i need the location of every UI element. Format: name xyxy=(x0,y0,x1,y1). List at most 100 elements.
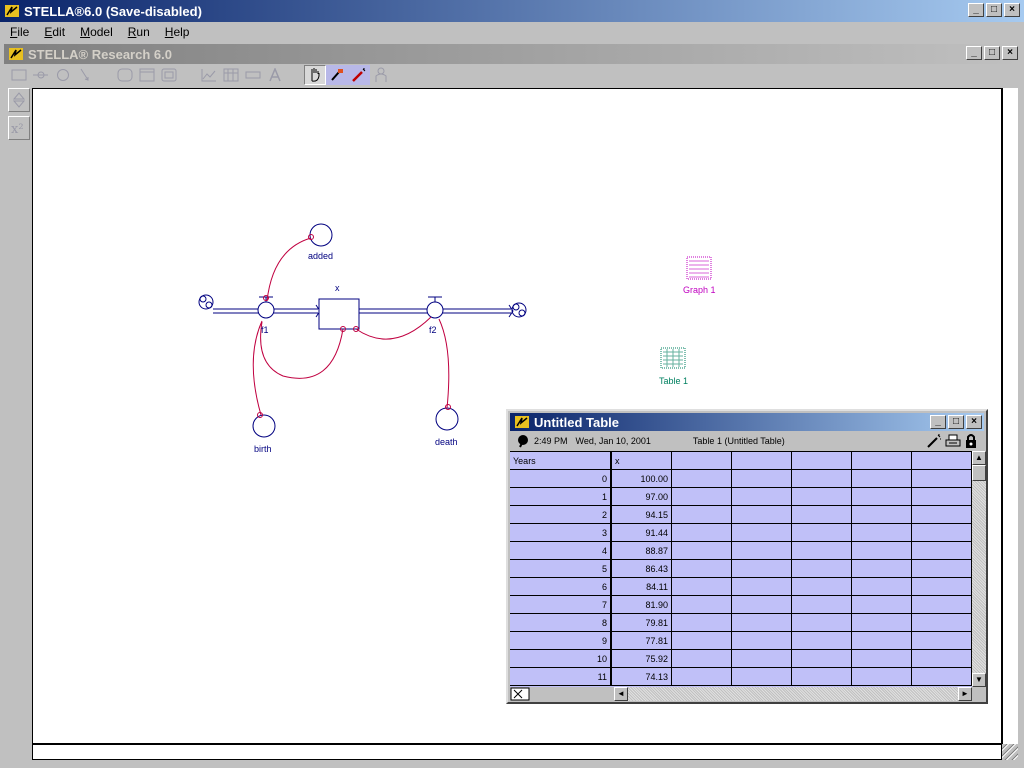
x-value-cell[interactable]: 74.13 xyxy=(612,668,672,686)
model-maximize-button[interactable]: □ xyxy=(984,46,1000,60)
minimize-button[interactable]: _ xyxy=(968,3,984,17)
graph-1-label[interactable]: Graph 1 xyxy=(683,285,716,295)
ghost-tool-icon[interactable] xyxy=(370,65,392,85)
dynamite-tool-icon[interactable] xyxy=(348,65,370,85)
empty-cell xyxy=(852,524,912,542)
module-tool-icon[interactable] xyxy=(158,65,180,85)
pin-icon[interactable] xyxy=(516,434,530,448)
flow-f2-label[interactable]: f2 xyxy=(429,325,437,335)
table-grid[interactable]: Years x 0 100.00 1 97.00 2 94.15 3 91.44 4 88.87 5… xyxy=(510,451,972,687)
connector-tool-icon[interactable] xyxy=(74,65,96,85)
equation-layer-icon[interactable]: x² xyxy=(8,116,30,140)
year-cell[interactable]: 1 xyxy=(510,488,612,506)
scroll-up-button[interactable]: ▲ xyxy=(972,451,986,465)
converter-birth-label[interactable]: birth xyxy=(254,444,272,454)
model-close-button[interactable]: × xyxy=(1002,46,1018,60)
flow-tool-icon[interactable] xyxy=(30,65,52,85)
lock-icon[interactable] xyxy=(964,433,978,451)
sector-tool-icon[interactable] xyxy=(136,65,158,85)
table-close-button[interactable]: × xyxy=(966,415,982,429)
year-cell[interactable]: 5 xyxy=(510,560,612,578)
table-minimize-button[interactable]: _ xyxy=(930,415,946,429)
empty-cell xyxy=(732,506,792,524)
table-maximize-button[interactable]: □ xyxy=(948,415,964,429)
window-resize-grip[interactable] xyxy=(1002,744,1018,760)
x-value-cell[interactable]: 91.44 xyxy=(612,524,672,542)
stock-x-label[interactable]: x xyxy=(335,283,340,293)
year-cell[interactable]: 7 xyxy=(510,596,612,614)
scroll-right-button[interactable]: ► xyxy=(958,687,972,701)
table-1-label[interactable]: Table 1 xyxy=(659,376,688,386)
converter-added-label[interactable]: added xyxy=(308,251,333,261)
decision-tool-icon[interactable] xyxy=(114,65,136,85)
table-tool-icon[interactable] xyxy=(220,65,242,85)
x-value-cell[interactable]: 88.87 xyxy=(612,542,672,560)
menu-edit[interactable]: Edit xyxy=(34,25,70,39)
maximize-button[interactable]: □ xyxy=(986,3,1002,17)
x-value-cell[interactable]: 86.43 xyxy=(612,560,672,578)
empty-cell xyxy=(852,560,912,578)
year-cell[interactable]: 4 xyxy=(510,542,612,560)
table-horizontal-scrollbar[interactable]: ◄ ► xyxy=(614,687,972,701)
x-value-cell[interactable]: 97.00 xyxy=(612,488,672,506)
table-vertical-scrollbar[interactable]: ▲ ▼ xyxy=(972,451,986,687)
year-cell[interactable]: 0 xyxy=(510,470,612,488)
year-cell[interactable]: 9 xyxy=(510,632,612,650)
stock-tool-icon[interactable] xyxy=(8,65,30,85)
x-value-cell[interactable]: 75.92 xyxy=(612,650,672,668)
year-cell[interactable]: 10 xyxy=(510,650,612,668)
empty-cell xyxy=(852,632,912,650)
x-value-cell[interactable]: 81.90 xyxy=(612,596,672,614)
paintbrush-tool-icon[interactable] xyxy=(326,65,348,85)
x-value-cell[interactable]: 94.15 xyxy=(612,506,672,524)
menu-file[interactable]: File xyxy=(0,25,34,39)
empty-cell xyxy=(732,668,792,686)
year-cell[interactable]: 8 xyxy=(510,614,612,632)
stella-logo-icon xyxy=(4,3,20,19)
column-header-x[interactable]: x xyxy=(612,452,672,470)
model-window-title-bar[interactable]: STELLA® Research 6.0 _ □ × xyxy=(4,44,1020,64)
year-cell[interactable]: 11 xyxy=(510,668,612,686)
flow-f1-label[interactable]: f1 xyxy=(261,325,269,335)
printer-icon[interactable] xyxy=(945,433,961,451)
untitled-table-window[interactable]: Untitled Table _ □ × 2:49 PM Wed, Jan 10… xyxy=(506,409,988,704)
menu-help[interactable]: Help xyxy=(155,25,195,39)
menu-model[interactable]: Model xyxy=(70,25,118,39)
empty-cell xyxy=(672,452,732,470)
dynamite-icon[interactable] xyxy=(926,433,942,451)
table-row: 4 88.87 xyxy=(510,542,972,560)
scroll-left-button[interactable]: ◄ xyxy=(614,687,628,701)
hand-tool-icon[interactable] xyxy=(304,65,326,85)
close-icon[interactable] xyxy=(510,687,530,701)
empty-cell xyxy=(672,488,732,506)
scroll-thumb[interactable] xyxy=(972,465,986,481)
numeric-display-tool-icon[interactable] xyxy=(242,65,264,85)
menu-run[interactable]: Run xyxy=(118,25,155,39)
close-button[interactable]: × xyxy=(1004,3,1020,17)
canvas-status-bar xyxy=(32,744,1002,760)
scroll-down-button[interactable]: ▼ xyxy=(972,673,986,687)
year-cell[interactable]: 3 xyxy=(510,524,612,542)
canvas-vertical-scrollbar[interactable] xyxy=(1002,88,1018,744)
app-title-bar[interactable]: STELLA®6.0 (Save-disabled) _ □ × xyxy=(0,0,1024,22)
converter-death-label[interactable]: death xyxy=(435,437,458,447)
x-value-cell[interactable]: 100.00 xyxy=(612,470,672,488)
empty-cell xyxy=(672,506,732,524)
graph-tool-icon[interactable] xyxy=(198,65,220,85)
layer-navigation-tools: x² xyxy=(8,88,32,144)
x-value-cell[interactable]: 84.11 xyxy=(612,578,672,596)
converter-tool-icon[interactable] xyxy=(52,65,74,85)
year-cell[interactable]: 6 xyxy=(510,578,612,596)
model-minimize-button[interactable]: _ xyxy=(966,46,982,60)
x-value-cell[interactable]: 79.81 xyxy=(612,614,672,632)
empty-cell xyxy=(912,524,972,542)
layer-up-down-icon[interactable] xyxy=(8,88,30,112)
x-value-cell[interactable]: 77.81 xyxy=(612,632,672,650)
year-cell[interactable]: 2 xyxy=(510,506,612,524)
column-header-years[interactable]: Years xyxy=(510,452,612,470)
text-tool-icon[interactable] xyxy=(264,65,286,85)
table-window-title-bar[interactable]: Untitled Table _ □ × xyxy=(510,413,984,431)
empty-cell xyxy=(732,524,792,542)
empty-cell xyxy=(852,542,912,560)
stella-logo-icon xyxy=(514,414,530,430)
